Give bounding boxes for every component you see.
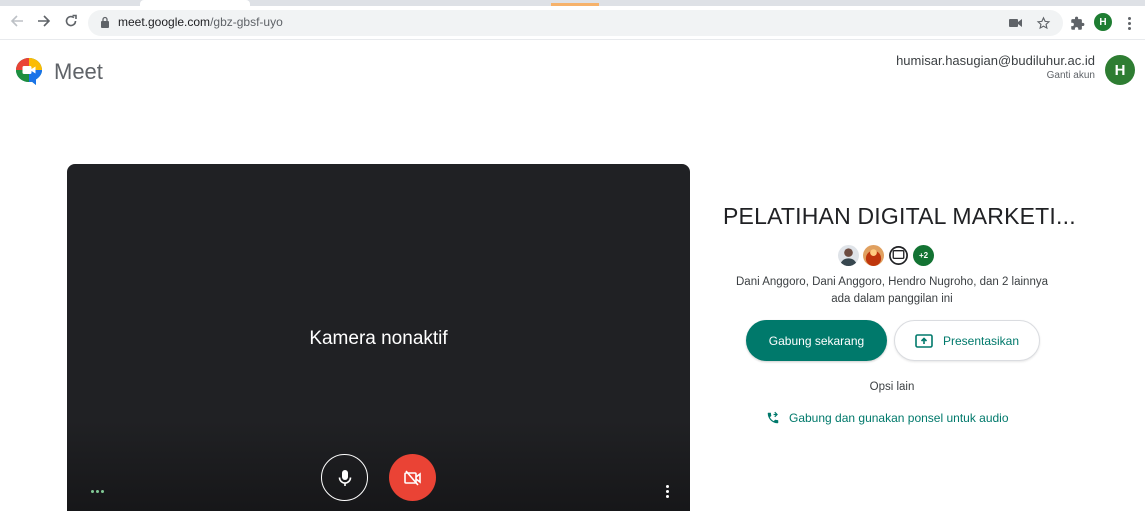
- account-avatar[interactable]: H: [1105, 55, 1135, 85]
- meeting-title: PELATIHAN DIGITAL MARKETI...: [723, 203, 1076, 229]
- other-options-link[interactable]: Opsi lain: [842, 381, 942, 393]
- meet-logo-icon[interactable]: [14, 56, 44, 86]
- kebab-menu-icon[interactable]: [1124, 14, 1134, 32]
- camera-off-icon: [403, 469, 421, 486]
- switch-account-link[interactable]: Ganti akun: [1047, 70, 1095, 81]
- active-tab[interactable]: [140, 0, 250, 6]
- present-screen-icon: [915, 333, 933, 348]
- participant-avatars: +2: [838, 245, 934, 267]
- tab-loading-indicator: [551, 3, 599, 6]
- lock-icon[interactable]: [100, 16, 110, 28]
- browser-profile-avatar[interactable]: H: [1094, 13, 1112, 31]
- more-effects-icon[interactable]: [91, 490, 104, 493]
- account-email: humisar.hasugian@budiluhur.ac.id: [896, 53, 1095, 68]
- reload-icon[interactable]: [62, 12, 80, 30]
- microphone-toggle-button[interactable]: [321, 454, 368, 501]
- app-title: Meet: [54, 59, 103, 84]
- camera-toggle-button[interactable]: [389, 454, 436, 501]
- more-options-icon[interactable]: [664, 485, 670, 501]
- phone-audio-link[interactable]: Gabung dan gunakan ponsel untuk audio: [766, 411, 1009, 425]
- participants-line-2: ada dalam panggilan ini: [831, 293, 953, 305]
- back-arrow-icon[interactable]: [8, 12, 26, 30]
- forward-arrow-icon[interactable]: [35, 12, 53, 30]
- participants-summary: Dani Anggoro, Dani Anggoro, Hendro Nugro…: [707, 274, 1077, 308]
- participant-avatar-1: [838, 245, 859, 266]
- video-preview: Kamera nonaktif: [67, 164, 690, 511]
- microphone-icon: [338, 469, 351, 486]
- participant-avatar-2: [863, 245, 884, 266]
- participant-avatar-3: [888, 245, 909, 266]
- camera-blocked-icon[interactable]: [1007, 14, 1025, 32]
- url-host: meet.google.com: [118, 15, 211, 29]
- preview-gradient: [67, 421, 690, 511]
- join-now-button[interactable]: Gabung sekarang: [746, 320, 887, 361]
- participants-line-1: Dani Anggoro, Dani Anggoro, Hendro Nugro…: [736, 276, 1048, 288]
- present-button-label: Presentasikan: [942, 333, 1020, 348]
- star-icon[interactable]: [1034, 14, 1052, 32]
- phone-forward-icon: [767, 411, 779, 424]
- phone-audio-label: Gabung dan gunakan ponsel untuk audio: [789, 411, 1009, 425]
- url-path: /gbz-gbsf-uyo: [210, 15, 283, 29]
- browser-toolbar: meet.google.com/gbz-gbsf-uyo H: [0, 0, 1145, 40]
- present-button[interactable]: Presentasikan: [894, 320, 1040, 361]
- url-text[interactable]: meet.google.com/gbz-gbsf-uyo: [118, 15, 283, 29]
- extensions-icon[interactable]: [1068, 14, 1086, 32]
- camera-off-label: Kamera nonaktif: [309, 328, 448, 349]
- participant-more-count: +2: [913, 245, 934, 266]
